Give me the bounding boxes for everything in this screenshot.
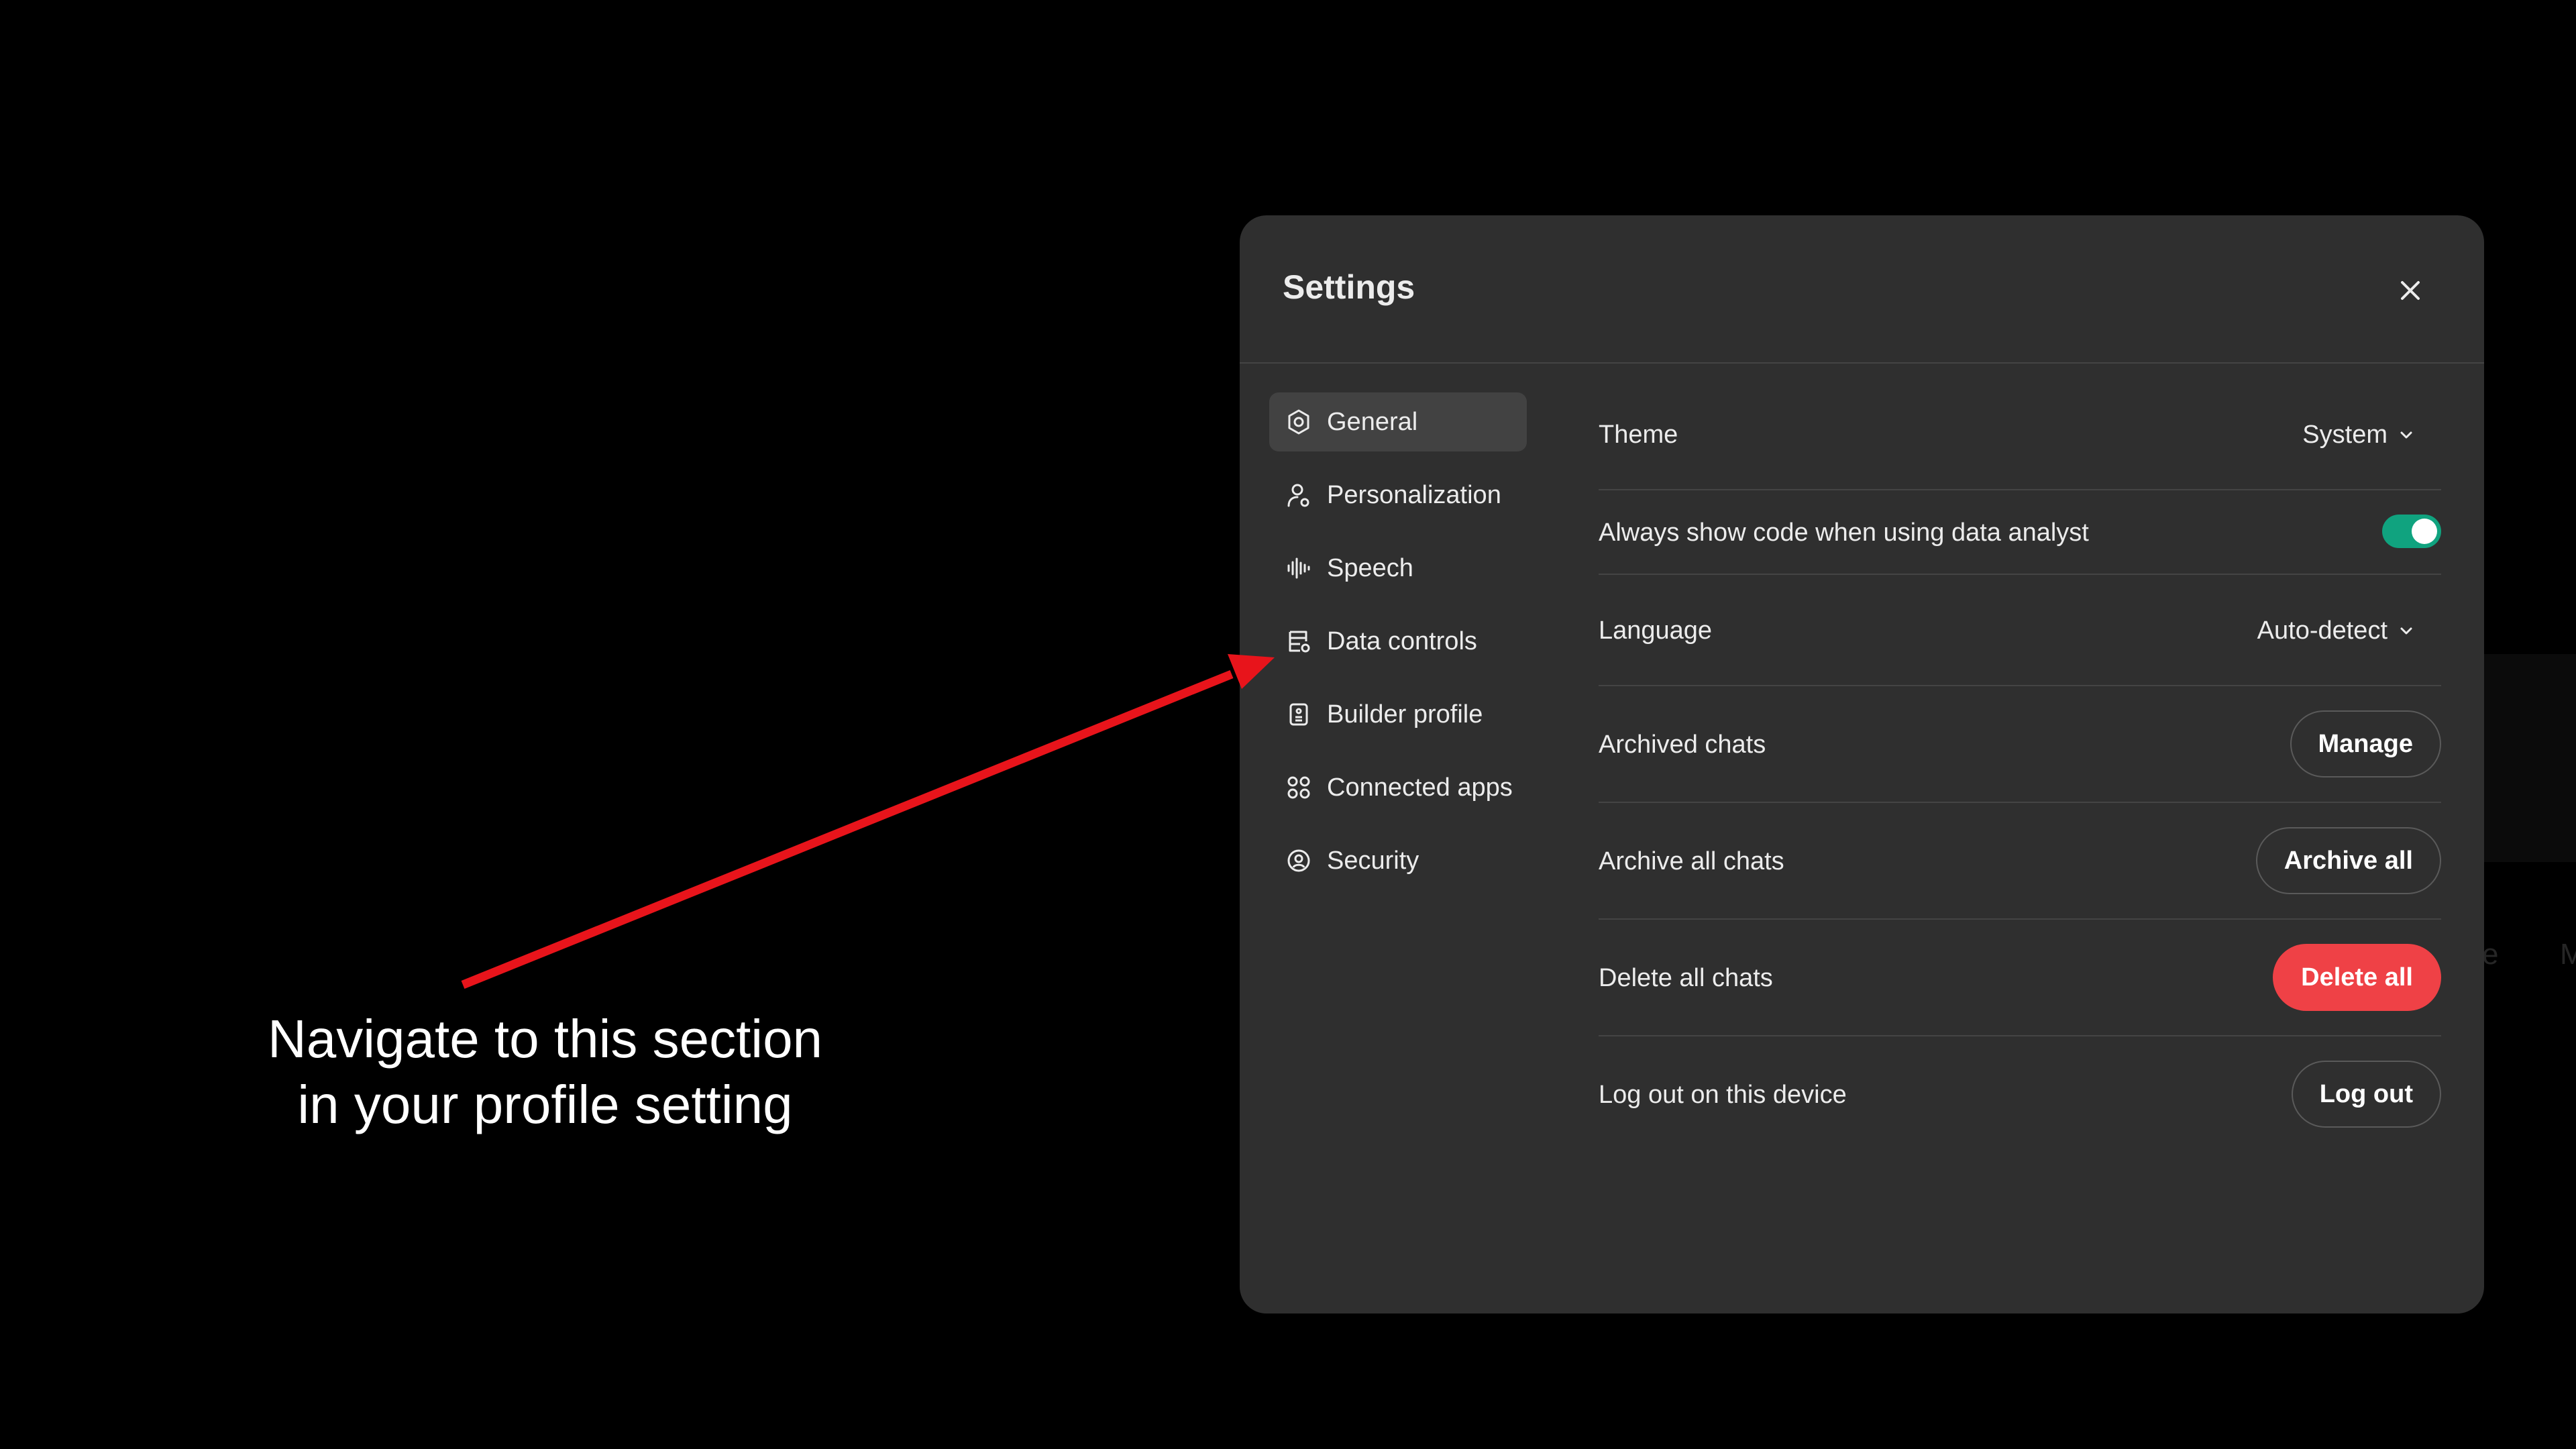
sidebar-item-general[interactable]: General [1269, 392, 1527, 451]
settings-sidebar: General Personalization Speech Data cont… [1269, 392, 1527, 904]
dialog-header: Settings [1240, 215, 2484, 364]
annotation-arrow-shaft [461, 669, 1234, 989]
language-dropdown[interactable]: Auto-detect [2257, 616, 2414, 645]
toggle-knob [2412, 519, 2437, 544]
sidebar-item-data-controls[interactable]: Data controls [1269, 612, 1527, 671]
database-icon [1284, 627, 1313, 656]
annotation-caption-line-1: Navigate to this section [267, 1009, 823, 1069]
setting-row-archive-all: Archive all chats Archive all [1599, 803, 2441, 920]
sidebar-item-connected-apps[interactable]: Connected apps [1269, 758, 1527, 817]
annotation-caption: Navigate to this section in your profile… [201, 1006, 889, 1138]
chevron-down-icon [2398, 427, 2414, 443]
sidebar-item-label: Data controls [1327, 627, 1477, 655]
gear-icon [1284, 407, 1313, 437]
log-out-button[interactable]: Log out [2291, 1061, 2441, 1128]
id-badge-icon [1284, 700, 1313, 729]
sidebar-item-label: Personalization [1327, 480, 1501, 509]
sidebar-item-speech[interactable]: Speech [1269, 539, 1527, 598]
settings-dialog: Settings General Personalization Speech … [1240, 215, 2484, 1313]
background-panel [2482, 654, 2576, 862]
soundwave-icon [1284, 553, 1313, 583]
sidebar-item-personalization[interactable]: Personalization [1269, 466, 1527, 525]
manage-archived-button[interactable]: Manage [2290, 710, 2441, 777]
language-value: Auto-detect [2257, 616, 2387, 645]
background-text-fragment: M [2560, 938, 2576, 971]
log-out-label: Log out on this device [1599, 1081, 1847, 1109]
sidebar-item-label: General [1327, 407, 1418, 436]
theme-dropdown[interactable]: System [2302, 421, 2414, 449]
theme-value: System [2302, 421, 2387, 449]
general-settings-panel: Theme System Always show code when using… [1599, 379, 2441, 1152]
delete-all-button[interactable]: Delete all [2273, 944, 2441, 1011]
sidebar-item-label: Security [1327, 846, 1419, 875]
screen: e M Navigate to this section in your pro… [0, 0, 2576, 1449]
show-code-toggle[interactable] [2382, 515, 2441, 548]
close-button[interactable] [2390, 270, 2430, 311]
close-icon [2401, 281, 2420, 300]
archive-all-label: Archive all chats [1599, 847, 1784, 875]
archive-all-button[interactable]: Archive all [2255, 827, 2441, 894]
shield-icon [1284, 846, 1313, 875]
archived-chats-label: Archived chats [1599, 731, 1766, 759]
sidebar-item-security[interactable]: Security [1269, 831, 1527, 890]
setting-row-theme: Theme System [1599, 379, 2441, 490]
apps-grid-icon [1284, 773, 1313, 802]
dialog-title: Settings [1283, 268, 1415, 306]
setting-row-log-out: Log out on this device Log out [1599, 1036, 2441, 1152]
setting-row-language: Language Auto-detect [1599, 575, 2441, 686]
delete-all-label: Delete all chats [1599, 964, 1773, 992]
sidebar-item-label: Builder profile [1327, 700, 1483, 729]
theme-label: Theme [1599, 421, 1678, 449]
chevron-down-icon [2398, 623, 2414, 639]
setting-row-archived-chats: Archived chats Manage [1599, 686, 2441, 803]
annotation-caption-line-2: in your profile setting [297, 1075, 793, 1134]
sidebar-item-builder-profile[interactable]: Builder profile [1269, 685, 1527, 744]
language-label: Language [1599, 616, 1713, 645]
setting-row-show-code: Always show code when using data analyst [1599, 490, 2441, 575]
sidebar-item-label: Speech [1327, 553, 1413, 582]
sidebar-item-label: Connected apps [1327, 773, 1513, 802]
person-icon [1284, 480, 1313, 510]
background-text-fragment: e [2482, 938, 2499, 971]
show-code-label: Always show code when using data analyst [1599, 519, 2089, 547]
setting-row-delete-all: Delete all chats Delete all [1599, 920, 2441, 1036]
